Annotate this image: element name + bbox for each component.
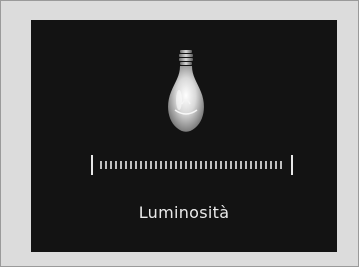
level-bar-right-cap — [291, 155, 293, 175]
setting-label: Luminosità — [138, 203, 230, 222]
level-bar-ticks — [100, 161, 284, 169]
level-bar-left-cap — [91, 155, 93, 175]
screenshot-frame: Luminosità — [0, 0, 359, 267]
light-bulb-icon — [168, 50, 204, 132]
brightness-level-bar — [91, 152, 293, 178]
display-screen: Luminosità — [31, 20, 337, 252]
